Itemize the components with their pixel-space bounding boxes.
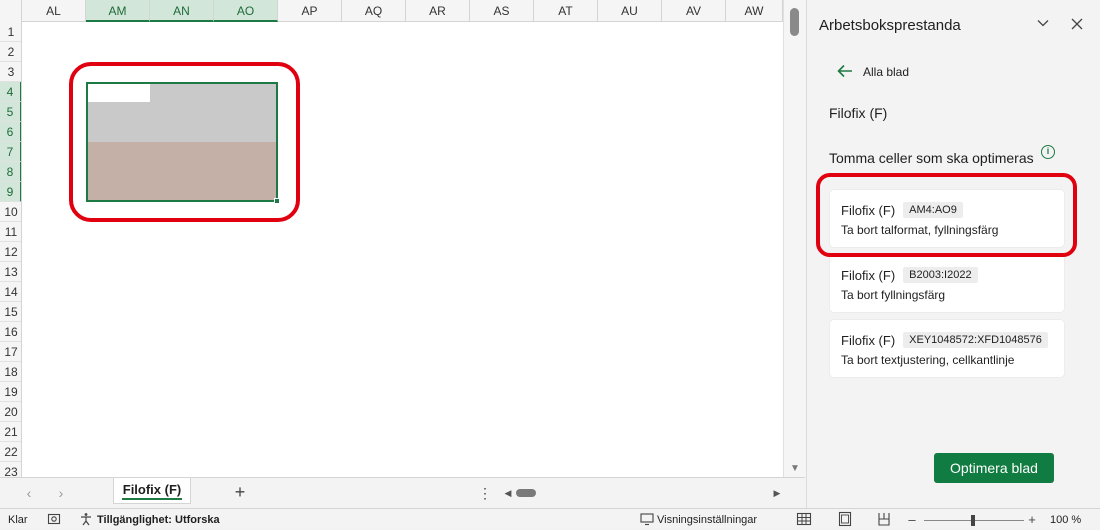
- display-settings-icon[interactable]: [639, 512, 655, 528]
- status-bar: Klar Tillgänglighet: Utforska Visningsin…: [0, 508, 1100, 530]
- row-header[interactable]: 14: [0, 282, 22, 302]
- row-header[interactable]: 10: [0, 202, 22, 222]
- card-sheet-name: Filofix (F): [841, 203, 895, 218]
- row-header[interactable]: 3: [0, 62, 22, 82]
- column-header[interactable]: AV: [662, 0, 726, 22]
- row-header[interactable]: 18: [0, 362, 22, 382]
- column-header[interactable]: AS: [470, 0, 534, 22]
- pane-close-icon[interactable]: [1067, 14, 1087, 36]
- back-arrow-icon: [837, 62, 853, 82]
- row-header[interactable]: 22: [0, 442, 22, 462]
- column-header[interactable]: AQ: [342, 0, 406, 22]
- range-card-1[interactable]: Filofix (F) AM4:AO9 Ta bort talformat, f…: [830, 190, 1064, 247]
- selected-range[interactable]: [86, 82, 278, 202]
- column-header[interactable]: AR: [406, 0, 470, 22]
- fill-handle[interactable]: [274, 198, 280, 204]
- row-header[interactable]: 17: [0, 342, 22, 362]
- card-description: Ta bort talformat, fyllningsfärg: [841, 223, 1053, 237]
- page-layout-view-icon[interactable]: [837, 511, 855, 529]
- cell-area[interactable]: [22, 22, 783, 477]
- scroll-down-arrow-icon[interactable]: ▼: [789, 463, 801, 475]
- row-header[interactable]: 2: [0, 42, 22, 62]
- card-description: Ta bort fyllningsfärg: [841, 288, 1053, 302]
- back-to-all-sheets-link[interactable]: Alla blad: [837, 62, 909, 82]
- vertical-scrollbar[interactable]: ▼: [783, 0, 805, 477]
- scroll-right-arrow-icon[interactable]: ▶: [771, 486, 783, 500]
- more-options-icon[interactable]: ⋮: [478, 484, 490, 502]
- status-ready: Klar: [8, 509, 28, 530]
- pane-sheet-name: Filofix (F): [829, 105, 887, 121]
- row-header[interactable]: 5: [0, 102, 22, 122]
- row-header[interactable]: 12: [0, 242, 22, 262]
- accessibility-icon[interactable]: [78, 512, 94, 528]
- card-description: Ta bort textjustering, cellkantlinje: [841, 353, 1053, 367]
- card-sheet-name: Filofix (F): [841, 333, 895, 348]
- sheet-tab-label: Filofix (F): [123, 482, 182, 497]
- sheet-tab-filofix[interactable]: Filofix (F): [113, 478, 191, 504]
- display-settings-label[interactable]: Visningsinställningar: [657, 509, 757, 530]
- row-header[interactable]: 23: [0, 462, 22, 477]
- column-header[interactable]: AL: [22, 0, 86, 22]
- section-title: Tomma celler som ska optimeras: [829, 150, 1034, 166]
- row-header[interactable]: 7: [0, 142, 22, 162]
- row-header[interactable]: 8: [0, 162, 22, 182]
- range-card-3[interactable]: Filofix (F) XEY1048572:XFD1048576 Ta bor…: [830, 320, 1064, 377]
- add-sheet-button[interactable]: +: [230, 482, 250, 502]
- back-link-label: Alla blad: [863, 65, 909, 79]
- row-header[interactable]: 19: [0, 382, 22, 402]
- card-range-badge: AM4:AO9: [903, 202, 963, 218]
- pane-title: Arbetsboksprestanda: [819, 17, 961, 34]
- vertical-scroll-thumb[interactable]: [790, 8, 799, 36]
- next-sheet-arrow-icon[interactable]: ›: [52, 484, 70, 502]
- column-header[interactable]: AN: [150, 0, 214, 22]
- row-header[interactable]: 20: [0, 402, 22, 422]
- column-header[interactable]: AO: [214, 0, 278, 22]
- sheet-tab-bar: ‹ › Filofix (F) + ⋮ ◀ ▶: [0, 477, 805, 508]
- column-header[interactable]: AW: [726, 0, 783, 22]
- column-headers: ALAMANAOAPAQARASATAUAVAW: [0, 0, 783, 22]
- row-header[interactable]: 16: [0, 322, 22, 342]
- page-break-preview-icon[interactable]: [876, 511, 894, 529]
- zoom-level[interactable]: 100 %: [1050, 509, 1081, 530]
- card-sheet-name: Filofix (F): [841, 268, 895, 283]
- card-range-badge: B2003:I2022: [903, 267, 977, 283]
- row-header[interactable]: 6: [0, 122, 22, 142]
- zoom-slider-thumb[interactable]: [971, 515, 975, 526]
- horizontal-scrollbar[interactable]: ◀ ▶: [500, 486, 785, 500]
- worksheet-grid: ALAMANAOAPAQARASATAUAVAW 123456789101112…: [0, 0, 805, 508]
- normal-view-icon[interactable]: [796, 511, 814, 529]
- row-header[interactable]: 15: [0, 302, 22, 322]
- workbook-performance-pane: Arbetsboksprestanda Alla blad Filofix (F…: [806, 0, 1100, 508]
- white-cell: [88, 84, 150, 102]
- optimize-sheet-button[interactable]: Optimera blad: [934, 453, 1054, 483]
- column-header[interactable]: AM: [86, 0, 150, 22]
- macro-recording-icon[interactable]: [46, 512, 62, 528]
- zoom-out-icon[interactable]: –: [904, 512, 920, 528]
- range-card-2[interactable]: Filofix (F) B2003:I2022 Ta bort fyllning…: [830, 255, 1064, 312]
- row-header[interactable]: 9: [0, 182, 22, 202]
- brown-filled-cells: [88, 142, 276, 200]
- column-header[interactable]: AP: [278, 0, 342, 22]
- active-tab-underline: [122, 498, 182, 500]
- column-header[interactable]: AU: [598, 0, 662, 22]
- row-header[interactable]: 4: [0, 82, 22, 102]
- row-header[interactable]: 13: [0, 262, 22, 282]
- row-header[interactable]: 11: [0, 222, 22, 242]
- pane-options-chevron-down-icon[interactable]: [1033, 14, 1053, 36]
- row-headers: 1234567891011121314151617181920212223: [0, 22, 22, 477]
- column-header[interactable]: AT: [534, 0, 598, 22]
- card-range-badge: XEY1048572:XFD1048576: [903, 332, 1048, 348]
- row-header[interactable]: 1: [0, 22, 22, 42]
- excel-window: ALAMANAOAPAQARASATAUAVAW 123456789101112…: [0, 0, 1100, 530]
- accessibility-status[interactable]: Tillgänglighet: Utforska: [97, 509, 220, 530]
- zoom-in-icon[interactable]: +: [1024, 512, 1040, 528]
- info-icon[interactable]: i: [1041, 145, 1055, 159]
- row-header[interactable]: 21: [0, 422, 22, 442]
- select-all-corner[interactable]: [0, 0, 22, 22]
- horizontal-scroll-thumb[interactable]: [516, 489, 536, 497]
- prev-sheet-arrow-icon[interactable]: ‹: [20, 484, 38, 502]
- scroll-left-arrow-icon[interactable]: ◀: [502, 486, 514, 500]
